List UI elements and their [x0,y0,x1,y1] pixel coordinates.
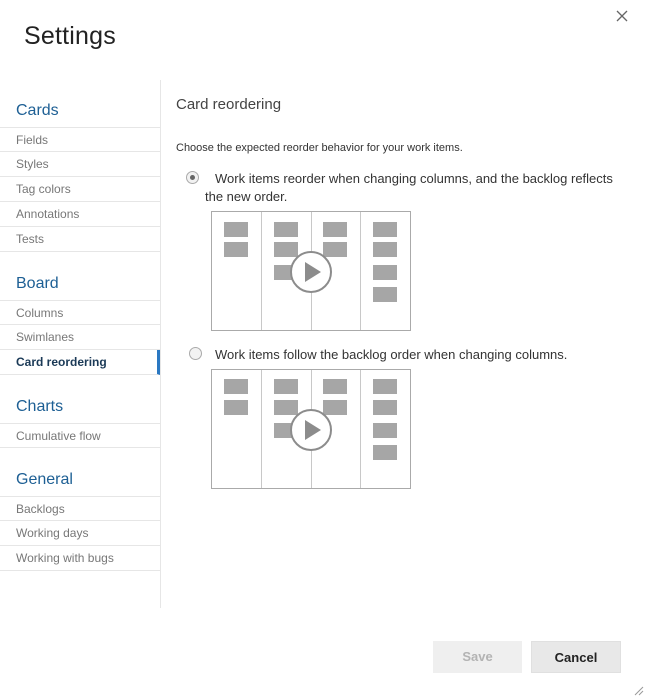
resize-grip-icon[interactable] [632,683,644,696]
settings-dialog: Settings Cards Fields Styles Tag colors … [0,0,646,697]
sidebar-item-annotations[interactable]: Annotations [0,202,160,227]
close-icon[interactable] [612,6,632,26]
sidebar-item-backlogs[interactable]: Backlogs [0,496,160,521]
cancel-button[interactable]: Cancel [531,641,621,673]
sidebar-item-styles[interactable]: Styles [0,152,160,177]
sidebar-group-board: Board [16,275,59,292]
sidebar-item-swimlanes[interactable]: Swimlanes [0,325,160,350]
sidebar-item-working-days[interactable]: Working days [0,521,160,546]
play-icon[interactable] [289,408,333,452]
sidebar-group-general: General [16,471,73,488]
play-icon[interactable] [289,250,333,294]
sidebar-item-tests[interactable]: Tests [0,227,160,252]
dialog-title: Settings [24,22,116,50]
option-1-label: Work items reorder when changing columns… [205,171,613,204]
sidebar-item-card-reordering[interactable]: Card reordering [0,350,160,375]
sidebar-item-working-with-bugs[interactable]: Working with bugs [0,546,160,571]
save-button[interactable]: Save [433,641,522,673]
settings-sidebar: Cards Fields Styles Tag colors Annotatio… [0,80,161,608]
option-2-label: Work items follow the backlog order when… [215,347,568,362]
sidebar-item-fields[interactable]: Fields [0,127,160,152]
section-title: Card reordering [176,96,282,113]
sidebar-group-cards: Cards [16,102,59,119]
sidebar-item-tag-colors[interactable]: Tag colors [0,177,160,202]
radio-option-1[interactable] [186,171,199,184]
video-preview-1[interactable] [211,211,411,331]
radio-option-2[interactable] [189,347,202,360]
sidebar-group-charts: Charts [16,398,64,415]
sidebar-item-cumulative-flow[interactable]: Cumulative flow [0,423,160,448]
section-description: Choose the expected reorder behavior for… [176,142,463,154]
reorder-option-1[interactable]: Work items reorder when changing columns… [186,170,626,206]
sidebar-item-columns[interactable]: Columns [0,300,160,325]
reorder-option-2[interactable]: Work items follow the backlog order when… [189,346,629,364]
video-preview-2[interactable] [211,369,411,489]
